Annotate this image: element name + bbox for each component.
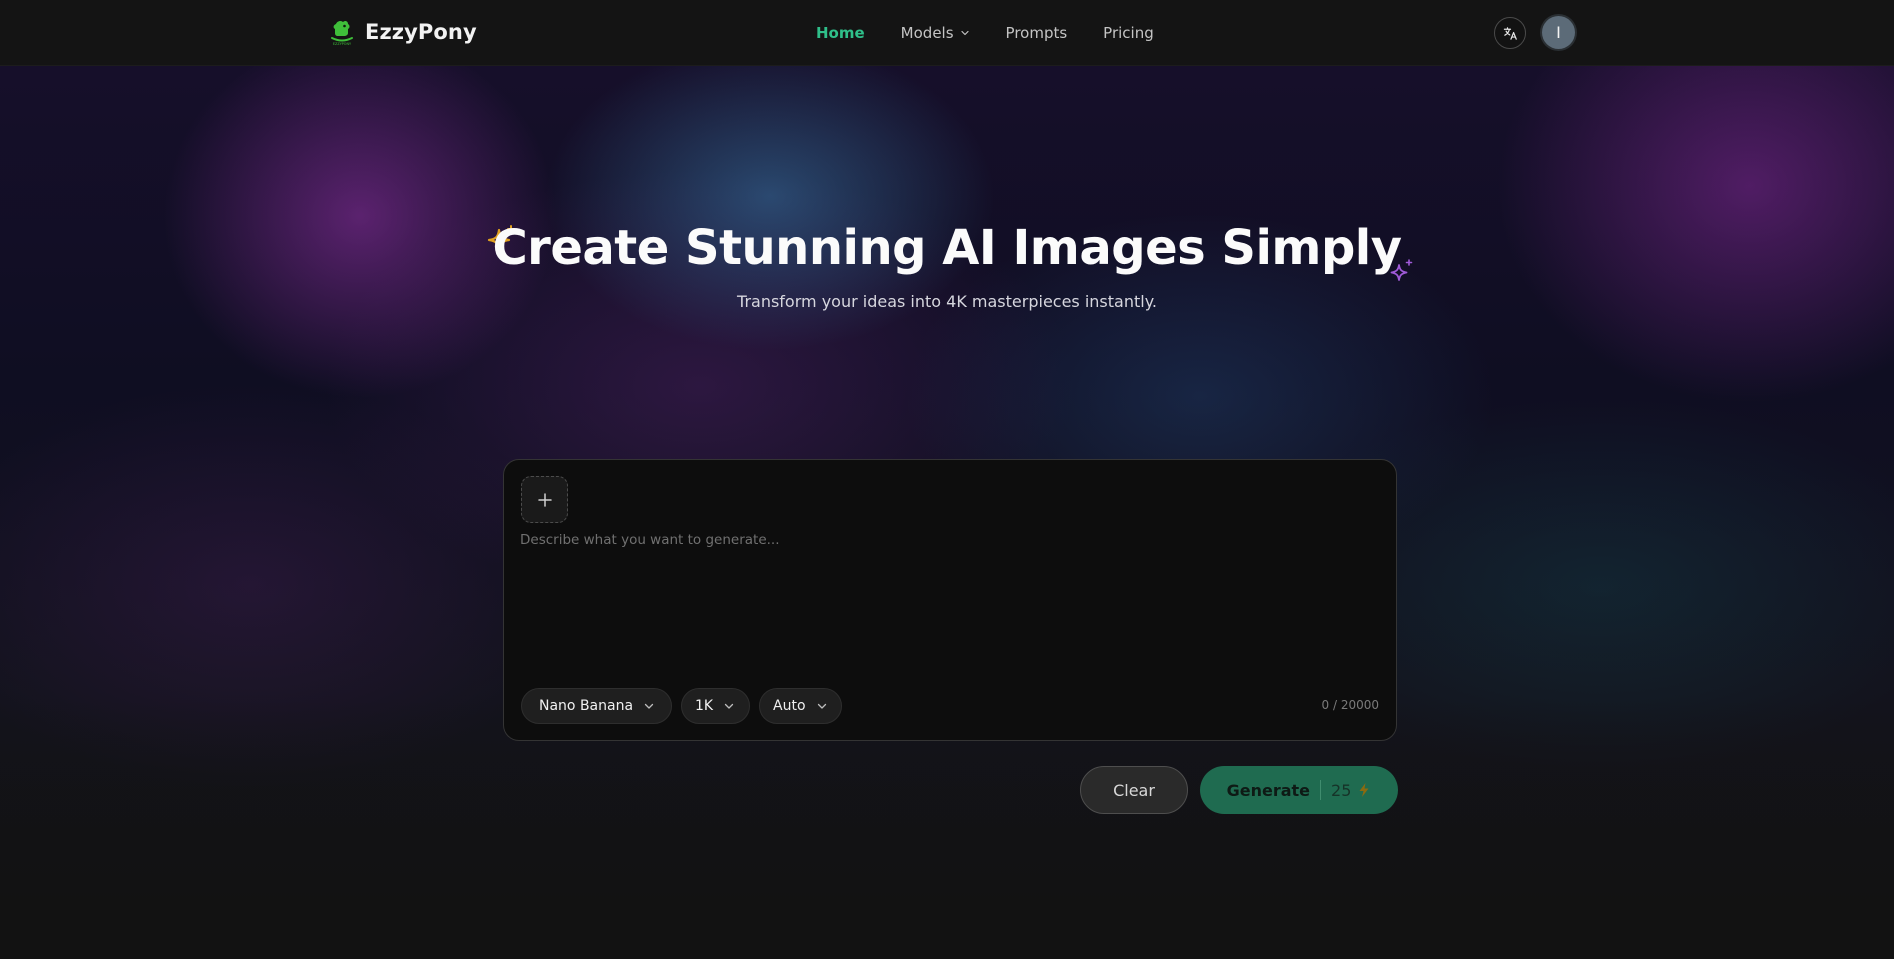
translate-icon [1503, 26, 1517, 40]
resolution-select[interactable]: 1K [681, 688, 750, 724]
credit-cost: 25 [1331, 780, 1352, 800]
generation-options: Nano Banana 1K Auto [521, 688, 842, 724]
user-avatar[interactable]: I [1542, 16, 1575, 49]
chevron-down-icon [817, 703, 826, 709]
brand-name: EzzyPony [365, 20, 477, 44]
aspect-ratio-select[interactable]: Auto [759, 688, 842, 724]
nav-pricing[interactable]: Pricing [1103, 24, 1154, 42]
clear-button[interactable]: Clear [1080, 766, 1188, 814]
chevron-down-icon [644, 703, 654, 709]
brand-logo[interactable]: EZZYPONY EzzyPony [329, 18, 477, 46]
prompt-card: Nano Banana 1K Auto 0 / 20000 [503, 459, 1397, 741]
generate-button[interactable]: Generate 25 [1200, 766, 1398, 814]
resolution-select-value: 1K [695, 698, 714, 714]
bolt-icon [1359, 783, 1369, 797]
divider [1320, 780, 1322, 800]
hero-subtitle: Transform your ideas into 4K masterpiece… [737, 292, 1157, 311]
chevron-down-icon [960, 30, 969, 36]
nav-models-label: Models [900, 24, 954, 42]
hero-title: Create Stunning AI Images Simply [492, 220, 1402, 276]
main-nav: Home Models Prompts Pricing [816, 0, 1154, 66]
prompt-input[interactable] [520, 532, 1380, 652]
generate-label: Generate [1226, 780, 1311, 800]
rocking-horse-logo-icon: EZZYPONY [331, 20, 353, 46]
character-counter: 0 / 20000 [1321, 698, 1379, 712]
model-select-value: Nano Banana [539, 698, 634, 714]
nav-models[interactable]: Models [901, 24, 970, 42]
chevron-down-icon [724, 703, 734, 709]
aspect-ratio-select-value: Auto [773, 698, 806, 714]
sparkle-icon [1390, 259, 1413, 281]
model-select[interactable]: Nano Banana [521, 688, 672, 724]
top-navbar: EZZYPONY EzzyPony Home Models Prompts Pr… [0, 0, 1894, 66]
plus-icon [537, 492, 552, 507]
language-switch-button[interactable] [1494, 17, 1526, 49]
nav-home[interactable]: Home [816, 24, 865, 42]
upload-image-button[interactable] [521, 476, 568, 523]
svg-text:EZZYPONY: EZZYPONY [333, 42, 352, 46]
nav-prompts[interactable]: Prompts [1006, 24, 1068, 42]
page: EZZYPONY EzzyPony Home Models Prompts Pr… [0, 0, 1894, 959]
